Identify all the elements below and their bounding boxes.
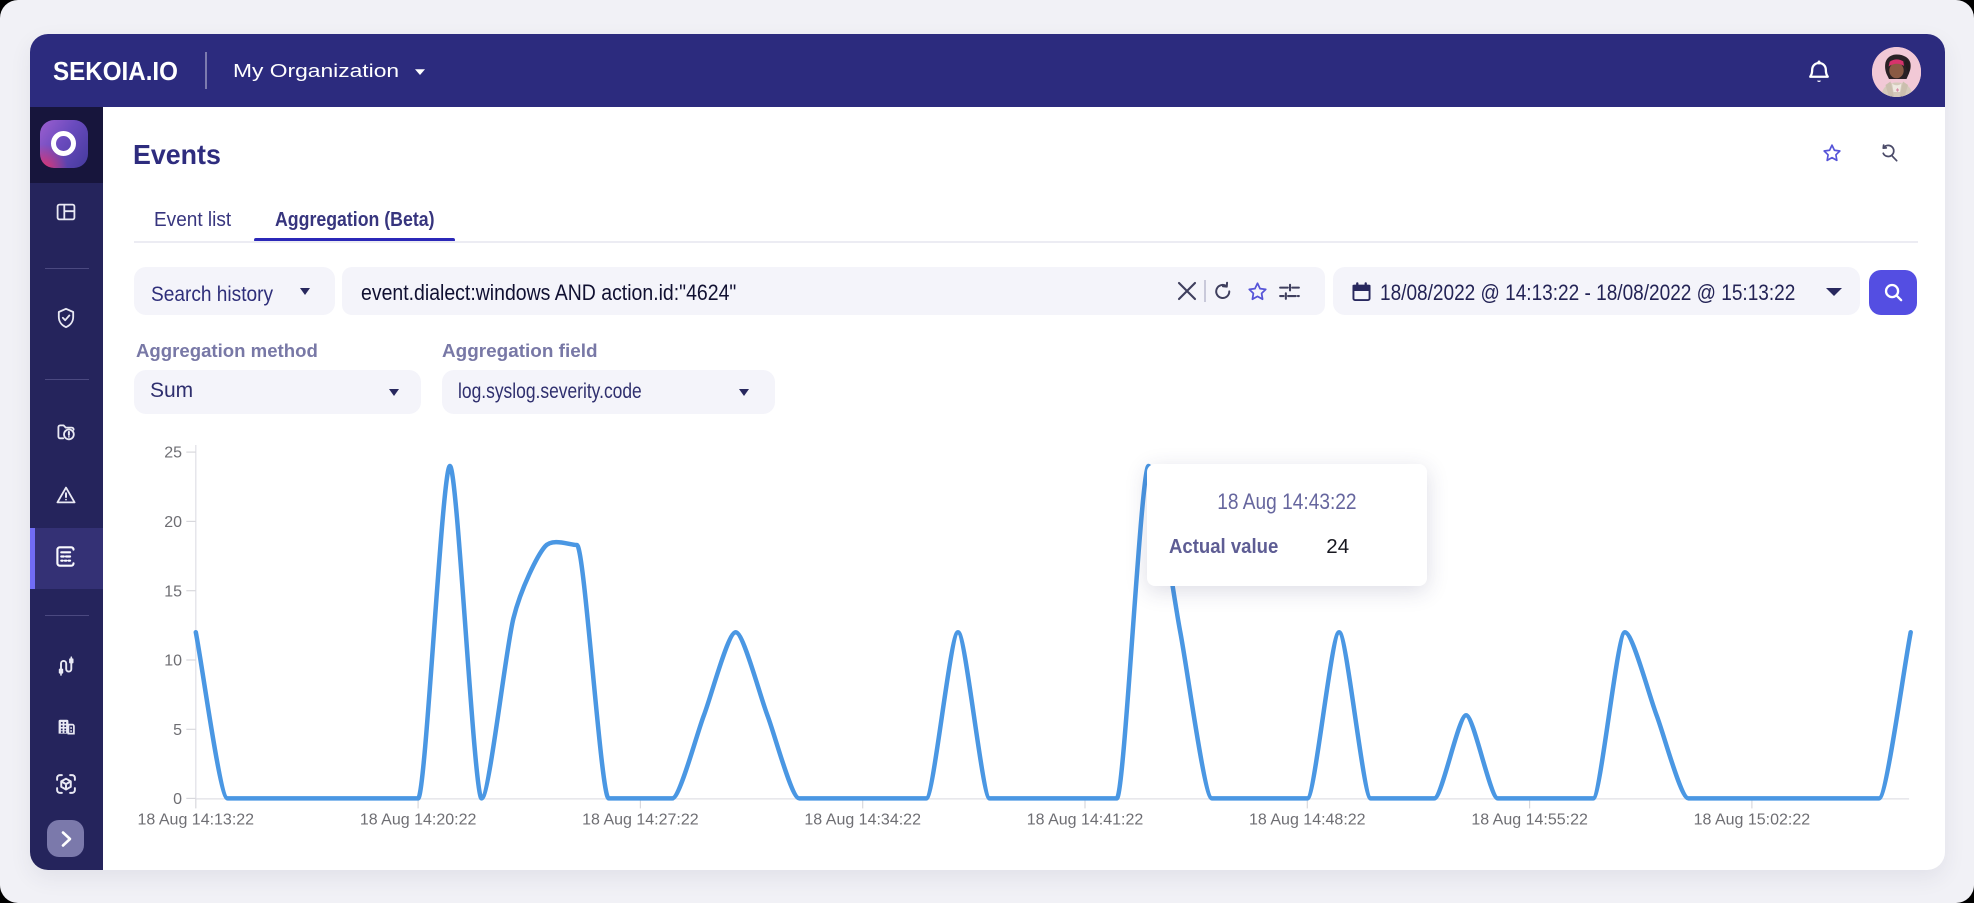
svg-text:20: 20 <box>164 514 182 531</box>
svg-text:18 Aug 15:02:22: 18 Aug 15:02:22 <box>1693 812 1810 829</box>
svg-text:0: 0 <box>173 791 182 808</box>
svg-text:18 Aug 14:13:22: 18 Aug 14:13:22 <box>137 812 254 829</box>
svg-text:25: 25 <box>164 445 182 462</box>
svg-text:18 Aug 14:20:22: 18 Aug 14:20:22 <box>359 812 476 829</box>
svg-text:15: 15 <box>164 583 182 600</box>
svg-text:18 Aug 14:41:22: 18 Aug 14:41:22 <box>1026 812 1143 829</box>
svg-text:18 Aug 14:48:22: 18 Aug 14:48:22 <box>1249 812 1366 829</box>
svg-text:18 Aug 14:27:22: 18 Aug 14:27:22 <box>582 812 699 829</box>
svg-text:18 Aug 14:55:22: 18 Aug 14:55:22 <box>1471 812 1588 829</box>
svg-text:18 Aug 14:34:22: 18 Aug 14:34:22 <box>804 812 921 829</box>
svg-text:10: 10 <box>164 653 182 670</box>
svg-text:5: 5 <box>173 722 182 739</box>
